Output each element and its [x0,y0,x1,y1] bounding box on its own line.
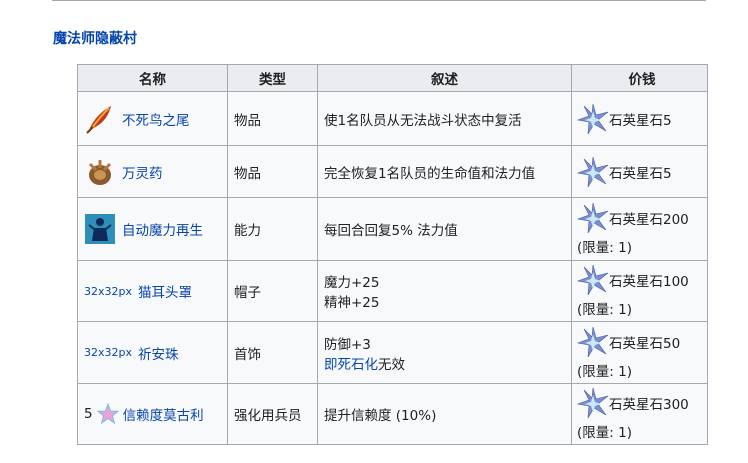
table-row: 32x32px 猫耳头罩 帽子 魔力+25 精神+25 石英星石100 (限量:… [77,260,708,322]
item-description: 使1名队员从无法战斗状态中复活 [317,91,572,146]
missing-image-label: 32x32px [84,346,132,359]
header-name: 名称 [77,64,228,92]
purchase-limit: (限量: 1) [577,302,632,318]
item-type: 帽子 [227,260,318,322]
item-description-line: 防御+3 [324,336,371,353]
phoenix-feather-icon [86,105,111,134]
item-description: 提升信赖度 (10%) [317,383,572,445]
quartz-star-stone-icon [577,326,609,357]
purchase-limit: (限量: 1) [577,240,632,256]
quartz-star-stone-icon [577,387,609,419]
elixir-icon [88,159,112,185]
quartz-star-stone-icon [577,264,609,296]
purchase-limit: (限量: 1) [577,425,632,441]
quartz-star-stone-icon [577,156,609,187]
item-description-line: 魔力+25 [324,275,380,291]
item-description-line: 即死石化无效 [324,353,565,373]
item-link[interactable]: 自动魔力再生 [122,219,203,239]
price-text: 石英星石200 [609,212,689,228]
item-type: 首饰 [227,321,318,384]
item-type: 强化用兵员 [227,383,318,445]
header-type: 类型 [227,64,318,92]
auto-mp-regen-icon [85,214,115,244]
status-link[interactable]: 即死石化 [324,357,378,373]
item-description-line: 精神+25 [324,295,380,311]
star-icon [96,403,119,425]
header-description: 叙述 [317,64,572,92]
shop-table: 名称 类型 叙述 价钱 不死鸟之尾 物品 使1名队员从无法战斗状态中复活 石英星… [77,64,708,445]
price-text: 石英星石100 [609,274,689,290]
missing-image-label: 32x32px [84,284,132,298]
item-description: 每回合回复5% 法力值 [317,197,572,261]
table-row: 32x32px 祈安珠 首饰 防御+3 即死石化无效 石英星石50 (限量: 1… [77,321,708,384]
quartz-star-stone-icon [577,103,609,134]
item-type: 物品 [227,91,318,146]
item-link[interactable]: 不死鸟之尾 [122,109,190,129]
quartz-star-stone-icon [577,202,609,234]
table-header-row: 名称 类型 叙述 价钱 [77,64,708,92]
item-type: 能力 [227,197,318,261]
section-title: 魔法师隐蔽村 [53,31,137,47]
quantity-label: 5 [84,406,93,422]
item-type: 物品 [227,145,318,198]
item-link[interactable]: 信赖度莫古利 [123,404,204,424]
price-text: 石英星石5 [609,112,672,129]
item-link[interactable]: 猫耳头罩 [138,281,192,301]
purchase-limit: (限量: 1) [577,363,632,380]
header-price: 价钱 [571,64,708,92]
item-link[interactable]: 万灵药 [122,162,163,182]
price-text: 石英星石5 [609,165,672,182]
price-text: 石英星石300 [609,397,689,413]
item-description: 完全恢复1名队员的生命值和法力值 [317,145,572,198]
table-row: 自动魔力再生 能力 每回合回复5% 法力值 石英星石200 (限量: 1) [77,197,708,261]
item-link[interactable]: 祈安珠 [138,343,179,363]
description-tail: 无效 [378,356,405,373]
price-text: 石英星石50 [609,335,681,352]
top-divider [52,0,706,1]
table-row: 不死鸟之尾 物品 使1名队员从无法战斗状态中复活 石英星石5 [77,91,708,146]
table-row: 万灵药 物品 完全恢复1名队员的生命值和法力值 石英星石5 [77,145,708,198]
table-row: 5 信赖度莫古利 强化用兵员 提升信赖度 (10%) 石英星石300 (限量: … [77,383,708,445]
